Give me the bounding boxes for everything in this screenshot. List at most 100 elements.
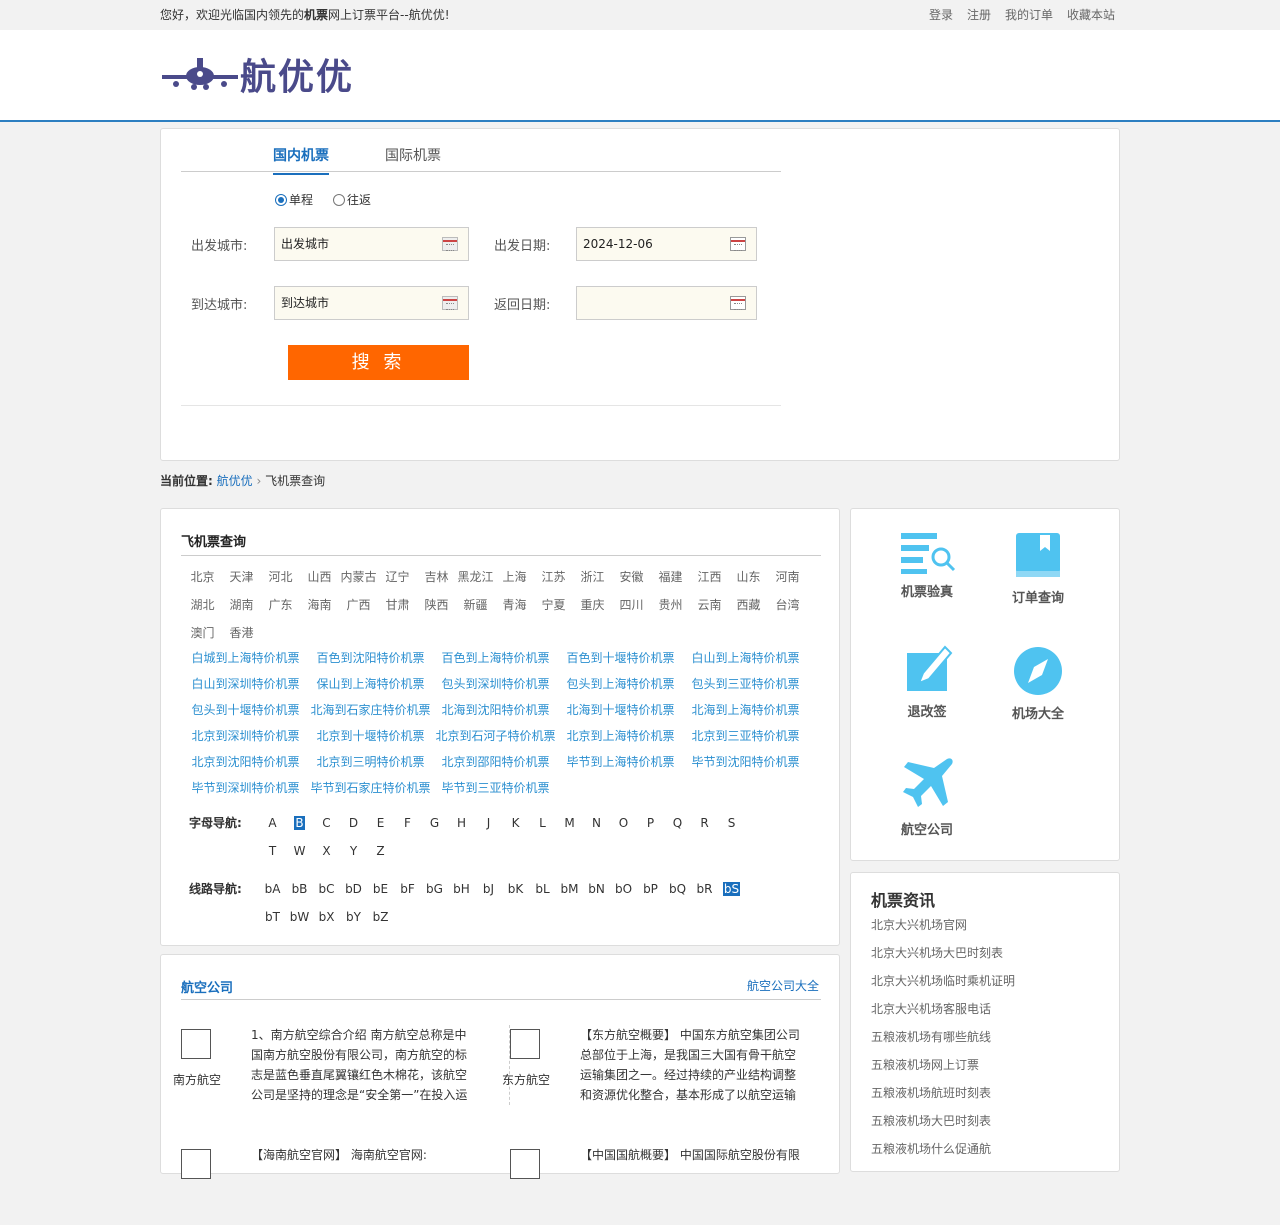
calendar-icon[interactable] [730, 296, 746, 310]
route-link[interactable]: 北海到沈阳特价机票 [433, 697, 558, 723]
province-link[interactable]: 西藏 [729, 591, 768, 619]
province-link[interactable]: 新疆 [456, 591, 495, 619]
letter-nav-item[interactable]: O [610, 809, 637, 837]
route-nav-item[interactable]: bT [259, 903, 286, 931]
letter-nav-item[interactable]: A [259, 809, 286, 837]
one-way-radio[interactable]: 单程 [275, 191, 313, 208]
route-nav-item[interactable]: bC [313, 875, 340, 903]
route-link[interactable]: 北京到三明特价机票 [308, 749, 433, 775]
route-nav-item[interactable]: bJ [475, 875, 502, 903]
register-link[interactable]: 注册 [967, 0, 991, 30]
route-nav-item[interactable]: bN [583, 875, 610, 903]
province-link[interactable]: 河北 [261, 563, 300, 591]
letter-nav-item[interactable]: Z [367, 837, 394, 865]
letter-nav-item[interactable]: G [421, 809, 448, 837]
bookmark-link[interactable]: 收藏本站 [1067, 0, 1115, 30]
route-nav-item[interactable]: bO [610, 875, 637, 903]
letter-nav-item[interactable]: K [502, 809, 529, 837]
news-item[interactable]: 北京大兴机场临时乘机证明 [871, 971, 1015, 999]
letter-nav-item[interactable]: C [313, 809, 340, 837]
route-link[interactable]: 百色到上海特价机票 [433, 645, 558, 671]
calendar-icon[interactable] [730, 237, 746, 251]
province-link[interactable]: 安徽 [612, 563, 651, 591]
route-nav-item[interactable]: bH [448, 875, 475, 903]
search-button[interactable]: 搜 索 [288, 345, 469, 380]
province-link[interactable]: 香港 [222, 619, 261, 647]
route-nav-item[interactable]: bA [259, 875, 286, 903]
letter-nav-item[interactable]: J [475, 809, 502, 837]
service-airports[interactable]: 机场大全 [988, 645, 1088, 722]
route-nav-item[interactable]: bS [718, 875, 745, 903]
airlines-more-link[interactable]: 航空公司大全 [747, 977, 819, 994]
province-link[interactable]: 黑龙江 [456, 563, 495, 591]
route-link[interactable]: 毕节到沈阳特价机票 [683, 749, 808, 775]
route-nav-item[interactable]: bW [286, 903, 313, 931]
route-link[interactable]: 毕节到石家庄特价机票 [308, 775, 433, 801]
province-link[interactable]: 福建 [651, 563, 690, 591]
route-nav-item[interactable]: bE [367, 875, 394, 903]
route-link[interactable]: 北京到沈阳特价机票 [183, 749, 308, 775]
route-nav-item[interactable]: bZ [367, 903, 394, 931]
province-link[interactable]: 重庆 [573, 591, 612, 619]
route-nav-item[interactable]: bX [313, 903, 340, 931]
service-airlines[interactable]: 航空公司 [877, 755, 977, 838]
letter-nav-item[interactable]: S [718, 809, 745, 837]
service-ticket-verify[interactable]: 机票验真 [877, 531, 977, 600]
route-nav-item[interactable]: bQ [664, 875, 691, 903]
route-link[interactable]: 百色到沈阳特价机票 [308, 645, 433, 671]
letter-nav-item[interactable]: F [394, 809, 421, 837]
news-item[interactable]: 北京大兴机场客服电话 [871, 999, 1015, 1027]
province-link[interactable]: 内蒙古 [339, 563, 378, 591]
letter-nav-item[interactable]: R [691, 809, 718, 837]
province-link[interactable]: 甘肃 [378, 591, 417, 619]
province-link[interactable]: 宁夏 [534, 591, 573, 619]
letter-nav-item[interactable]: E [367, 809, 394, 837]
letter-nav-item[interactable]: N [583, 809, 610, 837]
letter-nav-item[interactable]: T [259, 837, 286, 865]
my-orders-link[interactable]: 我的订单 [1005, 0, 1053, 30]
province-link[interactable]: 山东 [729, 563, 768, 591]
province-link[interactable]: 广西 [339, 591, 378, 619]
province-link[interactable]: 四川 [612, 591, 651, 619]
route-link[interactable]: 北海到上海特价机票 [683, 697, 808, 723]
letter-nav-item[interactable]: Q [664, 809, 691, 837]
province-link[interactable]: 澳门 [183, 619, 222, 647]
route-link[interactable]: 包头到三亚特价机票 [683, 671, 808, 697]
route-link[interactable]: 保山到上海特价机票 [308, 671, 433, 697]
service-order-query[interactable]: 订单查询 [988, 531, 1088, 606]
letter-nav-item[interactable]: D [340, 809, 367, 837]
province-link[interactable]: 贵州 [651, 591, 690, 619]
route-link[interactable]: 北京到石河子特价机票 [433, 723, 558, 749]
tab-domestic[interactable]: 国内机票 [273, 145, 329, 175]
route-nav-item[interactable]: bY [340, 903, 367, 931]
news-item[interactable]: 五粮液机场大巴时刻表 [871, 1111, 1015, 1139]
route-link[interactable]: 白山到深圳特价机票 [183, 671, 308, 697]
letter-nav-item[interactable]: H [448, 809, 475, 837]
province-link[interactable]: 江西 [690, 563, 729, 591]
route-nav-item[interactable]: bB [286, 875, 313, 903]
letter-nav-item[interactable]: P [637, 809, 664, 837]
route-link[interactable]: 北京到十堰特价机票 [308, 723, 433, 749]
city-picker-icon[interactable] [442, 237, 458, 251]
route-nav-item[interactable]: bK [502, 875, 529, 903]
province-link[interactable]: 广东 [261, 591, 300, 619]
route-nav-item[interactable]: bL [529, 875, 556, 903]
login-link[interactable]: 登录 [929, 0, 953, 30]
route-link[interactable]: 北京到上海特价机票 [558, 723, 683, 749]
province-link[interactable]: 河南 [768, 563, 807, 591]
route-link[interactable]: 毕节到深圳特价机票 [183, 775, 308, 801]
letter-nav-item[interactable]: M [556, 809, 583, 837]
news-item[interactable]: 五粮液机场网上订票 [871, 1055, 1015, 1083]
province-link[interactable]: 天津 [222, 563, 261, 591]
province-link[interactable]: 湖北 [183, 591, 222, 619]
route-nav-item[interactable]: bR [691, 875, 718, 903]
province-link[interactable]: 北京 [183, 563, 222, 591]
news-item[interactable]: 五粮液机场航班时刻表 [871, 1083, 1015, 1111]
route-link[interactable]: 北京到三亚特价机票 [683, 723, 808, 749]
round-trip-radio[interactable]: 往返 [333, 191, 371, 208]
site-logo[interactable]: 航优优 [162, 48, 354, 100]
route-link[interactable]: 包头到深圳特价机票 [433, 671, 558, 697]
route-link[interactable]: 毕节到上海特价机票 [558, 749, 683, 775]
route-nav-item[interactable]: bD [340, 875, 367, 903]
tab-international[interactable]: 国际机票 [385, 145, 441, 173]
